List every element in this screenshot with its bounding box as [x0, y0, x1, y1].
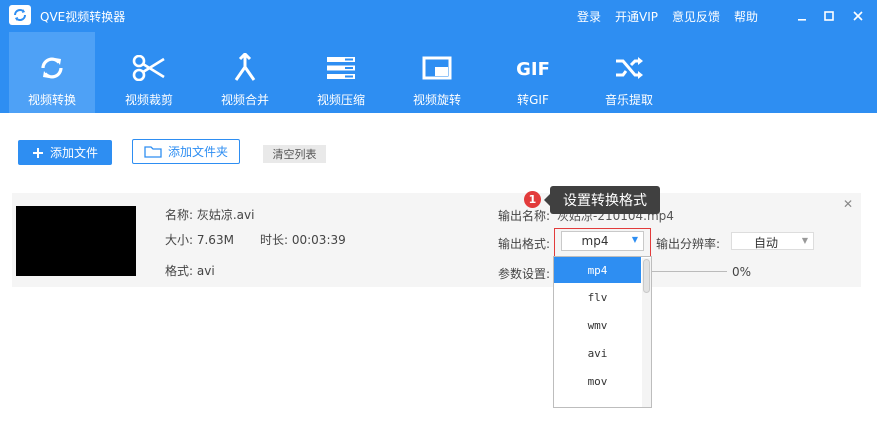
resolution-select[interactable]: 自动 ▼ — [731, 232, 814, 250]
params-label: 参数设置: — [498, 267, 551, 281]
file-format: 格式: avi — [165, 264, 215, 278]
rotate-icon — [394, 52, 480, 84]
tab-label: 视频合并 — [220, 93, 269, 107]
close-window-button[interactable] — [851, 8, 865, 24]
convert-icon — [9, 52, 95, 84]
compress-icon — [298, 52, 384, 84]
progress-text: 0% — [732, 265, 752, 279]
tab-label: 视频旋转 — [412, 93, 461, 107]
remove-file-icon[interactable]: ✕ — [843, 197, 853, 211]
tab-video-rotate[interactable]: 视频旋转 — [394, 32, 480, 113]
resolution-label: 输出分辨率: — [656, 237, 721, 251]
format-option-flv[interactable]: flv — [554, 284, 641, 310]
add-file-button[interactable]: 添加文件 — [18, 140, 112, 165]
app-window: QVE视频转换器 登录 开通VIP 意见反馈 帮助 视频转换 视频裁剪 视频合并… — [0, 0, 877, 445]
login-link[interactable]: 登录 — [577, 8, 601, 25]
shuffle-icon — [586, 52, 672, 84]
format-option-mp4[interactable]: mp4 — [554, 257, 641, 283]
merge-icon — [202, 52, 288, 84]
title-bar: QVE视频转换器 登录 开通VIP 意见反馈 帮助 — [0, 0, 877, 32]
format-option-avi[interactable]: avi — [554, 340, 641, 366]
progress-bar — [651, 271, 727, 272]
svg-text:GIF: GIF — [516, 59, 550, 79]
format-option-wmv[interactable]: wmv — [554, 312, 641, 338]
add-file-label: 添加文件 — [49, 146, 98, 160]
main-toolbar: 视频转换 视频裁剪 视频合并 视频压缩 视频旋转 GIF 转GIF 音乐提取 — [0, 32, 877, 113]
tab-video-merge[interactable]: 视频合并 — [202, 32, 288, 113]
tab-to-gif[interactable]: GIF 转GIF — [490, 32, 576, 113]
app-logo-icon — [9, 5, 31, 25]
app-title: QVE视频转换器 — [40, 10, 126, 24]
vip-link[interactable]: 开通VIP — [615, 8, 658, 25]
plus-icon — [32, 147, 43, 158]
tab-video-compress[interactable]: 视频压缩 — [298, 32, 384, 113]
tab-music-extract[interactable]: 音乐提取 — [586, 32, 672, 113]
tab-video-crop[interactable]: 视频裁剪 — [106, 32, 192, 113]
video-thumbnail — [16, 206, 136, 276]
tab-label: 视频裁剪 — [124, 93, 173, 107]
gif-icon: GIF — [490, 52, 576, 84]
feedback-link[interactable]: 意见反馈 — [672, 8, 720, 25]
format-option-mov[interactable]: mov — [554, 368, 641, 394]
tab-label: 视频压缩 — [316, 93, 365, 107]
tab-label: 音乐提取 — [604, 93, 653, 107]
output-format-label: 输出格式: — [498, 237, 551, 251]
file-name: 名称: 灰姑凉.avi — [165, 208, 255, 222]
header-links: 登录 开通VIP 意见反馈 帮助 — [577, 8, 772, 25]
add-folder-button[interactable]: 添加文件夹 — [132, 139, 240, 164]
file-size: 大小: 7.63M — [165, 233, 234, 247]
scissors-icon — [106, 52, 192, 84]
resolution-value: 自动 — [753, 236, 778, 250]
maximize-button[interactable] — [822, 8, 836, 24]
tab-label: 视频转换 — [27, 93, 76, 107]
add-folder-label: 添加文件夹 — [167, 145, 228, 159]
folder-icon — [144, 146, 162, 158]
clear-list-button[interactable]: 清空列表 — [263, 145, 326, 163]
step-badge: 1 — [524, 191, 541, 208]
scrollbar-thumb[interactable] — [643, 259, 650, 293]
tab-label: 转GIF — [517, 93, 549, 107]
help-link[interactable]: 帮助 — [734, 8, 758, 25]
minimize-button[interactable] — [795, 8, 809, 24]
file-duration: 时长: 00:03:39 — [260, 233, 346, 247]
format-dropdown-list: mp4 flv wmv avi mov — [553, 256, 652, 408]
output-name-label: 输出名称: — [498, 209, 551, 223]
dropdown-scrollbar[interactable] — [642, 258, 651, 407]
guide-tooltip: 设置转换格式 — [550, 186, 660, 214]
tab-video-convert[interactable]: 视频转换 — [9, 32, 95, 113]
caret-down-icon: ▼ — [801, 236, 808, 245]
